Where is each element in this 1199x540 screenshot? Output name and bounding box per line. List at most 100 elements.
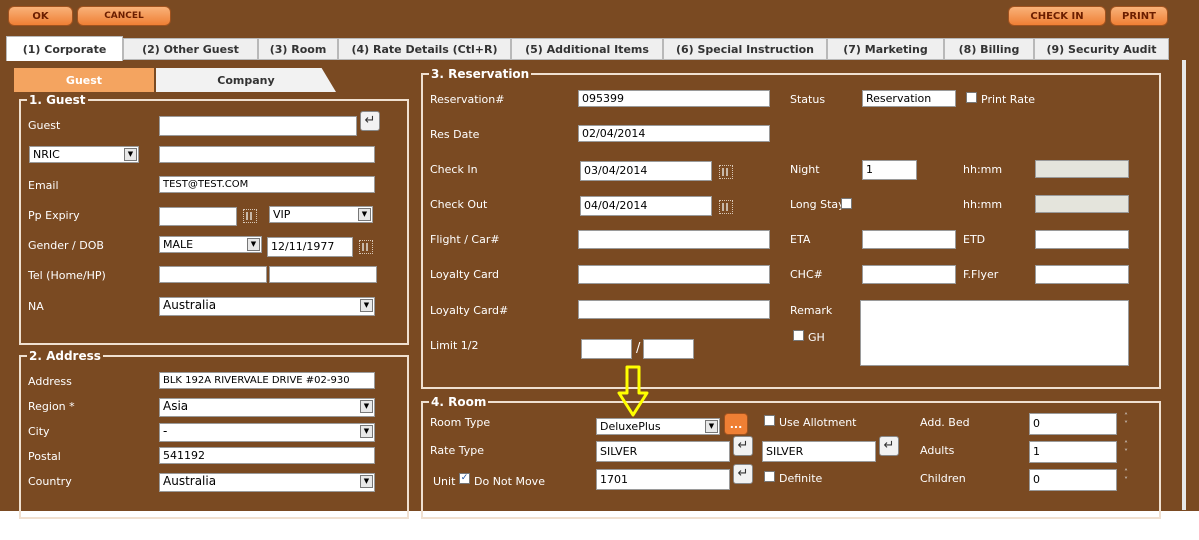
country-label: Country — [28, 475, 72, 488]
add-bed-input[interactable]: 0 — [1029, 413, 1117, 435]
region-select[interactable]: Asia ▼ — [159, 398, 375, 417]
night-input[interactable]: 1 — [862, 160, 917, 180]
down-arrow-annotation-icon — [617, 365, 649, 417]
fflyer-input[interactable] — [1035, 265, 1129, 284]
tab-marketing[interactable]: (7) Marketing — [827, 38, 944, 60]
do-not-move-checkbox[interactable]: ✓ — [459, 473, 470, 484]
rate-type-secondary-input[interactable]: SILVER — [762, 441, 876, 462]
gender-select[interactable]: MALE ▼ — [159, 236, 262, 253]
tab-billing[interactable]: (8) Billing — [944, 38, 1034, 60]
long-stay-label: Long Stay — [790, 198, 845, 211]
chc-input[interactable] — [862, 265, 956, 284]
tel-label: Tel (Home/HP) — [28, 269, 106, 282]
tab-corporate[interactable]: (1) Corporate — [6, 36, 123, 61]
id-type-select[interactable]: NRIC ▼ — [29, 146, 139, 163]
reservation-no-label: Reservation# — [430, 93, 505, 106]
subtab-company[interactable]: Company — [156, 68, 336, 92]
tab-security-audit[interactable]: (9) Security Audit — [1034, 38, 1169, 60]
check-out-time-label: hh:mm — [963, 198, 1003, 211]
unit-input[interactable]: 1701 — [596, 469, 730, 490]
add-bed-label: Add. Bed — [920, 416, 970, 429]
status-label: Status — [790, 93, 826, 106]
address-input[interactable]: BLK 192A RIVERVALE DRIVE #02-930 — [159, 372, 375, 389]
rate-type-input[interactable]: SILVER — [596, 441, 730, 462]
gh-checkbox[interactable] — [793, 330, 804, 341]
room-type-select[interactable]: DeluxePlus ▼ — [596, 418, 720, 435]
return-icon[interactable]: ↵ — [733, 464, 753, 484]
tel-hp-input[interactable] — [269, 266, 377, 283]
city-select[interactable]: - ▼ — [159, 423, 375, 442]
dropdown-arrow-icon: ▼ — [360, 400, 373, 413]
tab-additional-items[interactable]: (5) Additional Items — [511, 38, 663, 60]
reservation-no-input[interactable]: 095399 — [578, 90, 770, 107]
tab-special-instruction[interactable]: (6) Special Instruction — [663, 38, 827, 60]
pp-expiry-input[interactable] — [159, 207, 237, 226]
status-input[interactable]: Reservation — [862, 90, 956, 107]
vip-value: VIP — [273, 208, 291, 221]
na-label: NA — [28, 300, 44, 313]
city-label: City — [28, 425, 50, 438]
calendar-icon[interactable] — [719, 165, 733, 179]
dropdown-arrow-icon: ▼ — [247, 238, 260, 251]
return-icon[interactable]: ↵ — [879, 436, 899, 456]
vip-select[interactable]: VIP ▼ — [269, 206, 373, 223]
adults-label: Adults — [920, 444, 955, 457]
address-label: Address — [28, 375, 72, 388]
print-button[interactable]: PRINT — [1110, 6, 1168, 26]
loyalty-card-no-label: Loyalty Card# — [430, 304, 509, 317]
definite-checkbox[interactable] — [764, 471, 775, 482]
cancel-button[interactable]: CANCEL — [77, 6, 171, 26]
dropdown-arrow-icon: ▼ — [124, 148, 137, 161]
check-in-time-input — [1035, 160, 1129, 178]
flight-input[interactable] — [578, 230, 770, 249]
etd-input[interactable] — [1035, 230, 1129, 249]
tab-room[interactable]: (3) Room — [258, 38, 338, 60]
children-input[interactable]: 0 — [1029, 469, 1117, 491]
calendar-icon[interactable] — [243, 209, 257, 223]
nationality-value: Australia — [163, 298, 217, 312]
room-type-more-button[interactable]: ... — [724, 413, 748, 435]
adults-input[interactable]: 1 — [1029, 441, 1117, 463]
check-out-input[interactable]: 04/04/2014 — [580, 196, 712, 216]
eta-input[interactable] — [862, 230, 956, 249]
tab-other-guest[interactable]: (2) Other Guest — [123, 38, 258, 60]
check-out-label: Check Out — [430, 198, 488, 211]
tel-home-input[interactable] — [159, 266, 267, 283]
country-select[interactable]: Australia ▼ — [159, 473, 375, 492]
nationality-select[interactable]: Australia ▼ — [159, 297, 375, 316]
check-in-button[interactable]: CHECK IN — [1008, 6, 1106, 26]
return-icon[interactable]: ↵ — [733, 436, 753, 456]
calendar-icon[interactable] — [359, 240, 373, 254]
print-rate-checkbox[interactable] — [966, 92, 977, 103]
loyalty-card-input[interactable] — [578, 265, 770, 284]
ok-button[interactable]: OK — [8, 6, 73, 26]
adults-spinner-icon[interactable]: ˄ ˅ — [1121, 441, 1131, 457]
city-value: - — [163, 424, 168, 438]
gender-dob-label: Gender / DOB — [28, 239, 104, 252]
email-label: Email — [28, 179, 59, 192]
tab-rate-details[interactable]: (4) Rate Details (Ctl+R) — [338, 38, 511, 60]
limit-2-input[interactable] — [643, 339, 694, 359]
calendar-icon[interactable] — [719, 200, 733, 214]
return-icon[interactable]: ↵ — [360, 111, 380, 131]
long-stay-checkbox[interactable] — [841, 198, 852, 209]
guest-name-input[interactable] — [159, 116, 357, 136]
children-spinner-icon[interactable]: ˄ ˅ — [1121, 469, 1131, 485]
vertical-scrollbar[interactable] — [1182, 60, 1186, 510]
fflyer-label: F.Flyer — [963, 268, 999, 281]
remark-textarea[interactable] — [860, 300, 1129, 366]
id-number-input[interactable] — [159, 146, 375, 163]
add-bed-spinner-icon[interactable]: ˄ ˅ — [1121, 413, 1131, 429]
email-input[interactable]: TEST@TEST.COM — [159, 176, 375, 193]
pp-expiry-label: Pp Expiry — [28, 209, 80, 222]
res-date-input[interactable]: 02/04/2014 — [578, 125, 770, 142]
loyalty-card-no-input[interactable] — [578, 300, 770, 319]
dob-input[interactable]: 12/11/1977 — [267, 237, 353, 257]
region-value: Asia — [163, 399, 189, 413]
use-allotment-checkbox[interactable] — [764, 415, 775, 426]
check-in-input[interactable]: 03/04/2014 — [580, 161, 712, 181]
res-date-label: Res Date — [430, 128, 480, 141]
postal-input[interactable]: 541192 — [159, 447, 375, 464]
subtab-guest[interactable]: Guest — [14, 68, 154, 92]
limit-1-input[interactable] — [581, 339, 632, 359]
